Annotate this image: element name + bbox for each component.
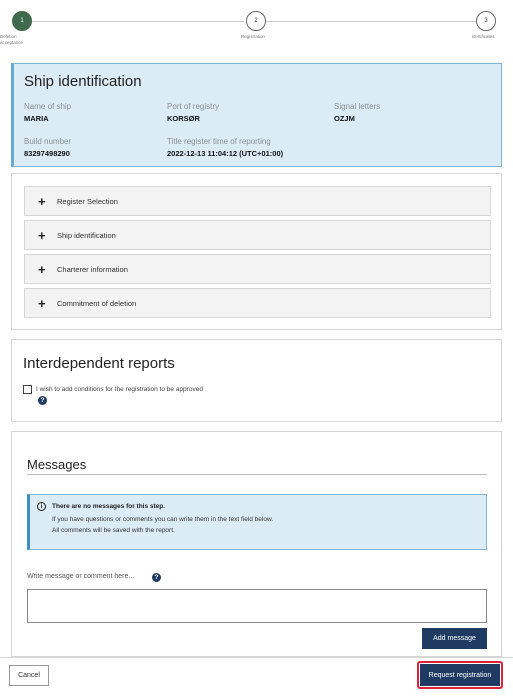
interdependent-reports-title: Interdependent reports [23,355,175,372]
step-1-indicator: 1 [12,11,32,31]
ship-name-value: MARIA [24,114,49,123]
help-icon[interactable]: ? [152,573,161,582]
info-icon: i [37,502,46,511]
accordion-label: Charterer information [57,264,128,274]
message-input-label: Write message or comment here... [27,573,134,580]
info-alert-line: All comments will be saved with the repo… [52,527,175,534]
conditions-checkbox[interactable] [23,385,32,394]
ship-identification-card: Ship identification Name of ship MARIA P… [11,63,502,167]
reporting-time-value: 2022-12-13 11:04:12 (UTC+01:00) [167,149,284,158]
messages-panel: Messages i There are no messages for thi… [11,431,502,657]
step-connector [32,21,244,22]
progress-stepper: 1 Deletion acceptance 2 Registration 3 C… [0,0,513,52]
accordion-ship-identification[interactable]: + Ship identification [24,220,491,250]
conditions-checkbox-label[interactable]: I wish to add conditions for the registr… [36,386,203,393]
build-number-label: Build number [24,137,72,146]
step-2-indicator: 2 [246,11,266,31]
step-connector [266,21,476,22]
step-2-label: Registration [241,34,266,39]
plus-icon: + [38,193,46,209]
accordion-charterer-information[interactable]: + Charterer information [24,254,491,284]
step-3-label: Certificates [472,34,495,39]
accordion-label: Commitment of deletion [57,298,137,308]
step-3-indicator: 3 [476,11,496,31]
cancel-button[interactable]: Cancel [9,665,49,686]
accordion-label: Register Selection [57,196,118,206]
ship-card-title: Ship identification [24,73,142,90]
port-of-registry-label: Port of registry [167,102,220,111]
info-alert-title: There are no messages for this step. [52,503,166,510]
reporting-time-label: Title register time of reporting [167,137,271,146]
interdependent-reports-panel: Interdependent reports I wish to add con… [11,339,502,422]
request-registration-button[interactable]: Request registration [420,664,500,686]
accordion-commitment-of-deletion[interactable]: + Commitment of deletion [24,288,491,318]
message-input-label-text: Write message or comment here... [27,573,135,580]
accordion-register-selection[interactable]: + Register Selection [24,186,491,216]
plus-icon: + [38,227,46,243]
ship-name-label: Name of ship [24,102,72,111]
footer-divider [0,657,513,658]
sections-panel: + Register Selection + Ship identificati… [11,173,502,330]
signal-letters-value: OZJM [334,114,355,123]
plus-icon: + [38,295,46,311]
add-message-button[interactable]: Add message [422,628,487,649]
info-alert: i There are no messages for this step. I… [27,494,487,550]
message-textarea[interactable] [27,589,487,623]
accordion-label: Ship identification [57,230,116,240]
port-of-registry-value: KORSØR [167,114,200,123]
signal-letters-label: Signal letters [334,102,381,111]
build-number-value: 83297498290 [24,149,70,158]
step-1-label: Deletion acceptance [0,34,24,45]
help-icon[interactable]: ? [38,396,47,405]
plus-icon: + [38,261,46,277]
divider [27,474,487,475]
messages-title: Messages [27,457,87,472]
info-alert-line: If you have questions or comments you ca… [52,516,274,523]
